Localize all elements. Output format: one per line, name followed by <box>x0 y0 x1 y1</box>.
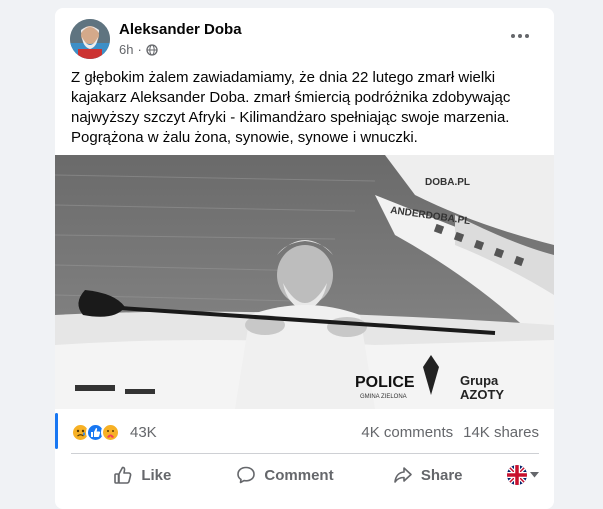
meta-separator: · <box>137 42 142 57</box>
more-dot-icon <box>518 34 522 38</box>
post-text: Z głębokim żalem zawiadamiamy, że dnia 2… <box>71 69 511 146</box>
uk-flag-icon <box>507 465 528 485</box>
globe-icon <box>146 43 158 56</box>
like-button[interactable]: Like <box>71 458 214 492</box>
reaction-as-selector[interactable] <box>499 465 540 485</box>
post-actions: Like Comment Share <box>71 458 540 492</box>
comment-icon <box>237 466 256 484</box>
sponsor-azoty-line1: Grupa <box>460 373 499 388</box>
reactions-summary: 43K 4K comments 14K shares <box>71 418 539 446</box>
focus-indicator <box>55 413 58 449</box>
post-card: Aleksander Doba 6h · Z głębokim żalem za… <box>55 8 554 509</box>
post-header: Aleksander Doba 6h · <box>55 8 554 70</box>
share-button[interactable]: Share <box>356 458 499 492</box>
care-reaction-icon <box>101 422 120 442</box>
comments-count[interactable]: 4K comments <box>361 424 453 441</box>
post-time[interactable]: 6h <box>119 42 133 57</box>
engagement-stats: 4K comments 14K shares <box>361 424 539 441</box>
reaction-icons[interactable] <box>71 422 120 442</box>
kayak-photo: DOBA.PL ANDERDOBA.PL POLICE GMINA ZIELON… <box>55 155 554 409</box>
like-label: Like <box>141 466 172 484</box>
hull-text-1: DOBA.PL <box>425 177 470 188</box>
more-dot-icon <box>511 34 515 38</box>
sponsor-police: POLICE <box>355 374 415 391</box>
caret-down-icon <box>530 472 540 478</box>
author-avatar[interactable] <box>70 19 110 59</box>
share-label: Share <box>420 466 463 484</box>
share-arrow-icon <box>394 467 412 483</box>
shares-count[interactable]: 14K shares <box>463 424 539 441</box>
thumbs-up-icon <box>114 466 132 484</box>
more-dot-icon <box>525 34 529 38</box>
comment-label: Comment <box>264 466 334 484</box>
author-name[interactable]: Aleksander Doba <box>119 21 242 38</box>
sponsor-police-sub: GMINA ZIELONA <box>360 394 407 400</box>
post-meta: 6h · <box>119 42 158 57</box>
avatar-photo <box>70 19 110 59</box>
comment-button[interactable]: Comment <box>214 458 357 492</box>
sponsor-azoty-line2: AZOTY <box>460 387 504 402</box>
actions-divider <box>71 453 539 454</box>
reaction-count[interactable]: 43K <box>130 424 157 441</box>
more-options-button[interactable] <box>508 26 532 46</box>
post-photo[interactable]: DOBA.PL ANDERDOBA.PL POLICE GMINA ZIELON… <box>55 155 554 409</box>
